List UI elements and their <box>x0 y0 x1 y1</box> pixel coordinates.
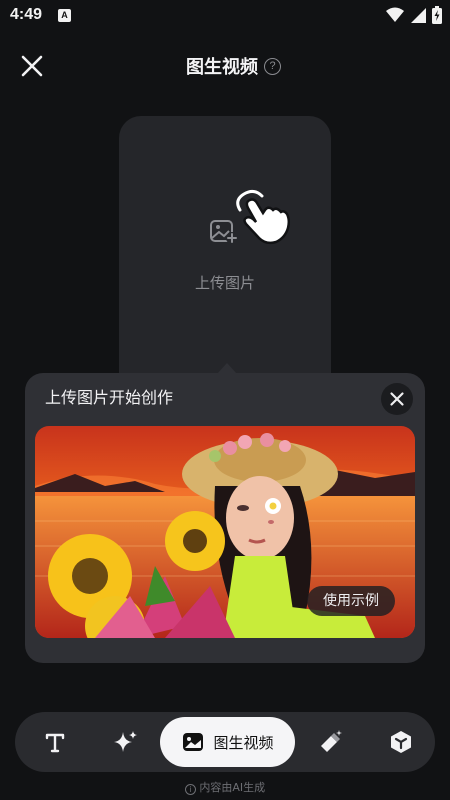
example-tag[interactable]: 使用示例 <box>307 586 395 616</box>
wifi-icon <box>386 7 404 22</box>
close-icon <box>390 392 404 406</box>
bottom-toolbar: 图生视频 <box>15 712 435 772</box>
image-icon <box>183 733 204 751</box>
header: 图生视频 ? <box>0 40 450 92</box>
page-title: 图生视频 <box>186 57 258 78</box>
ai-note-text: 内容由AI生成 <box>199 781 266 794</box>
tip-close-button[interactable] <box>381 383 413 415</box>
upload-label: 上传图片 <box>194 274 255 292</box>
status-time: 4:49 <box>10 6 43 23</box>
tool-active-label: 图生视频 <box>213 733 274 752</box>
tip-popover: 上传图片开始创作 使用示例 <box>25 373 425 663</box>
status-icons <box>386 6 442 24</box>
tip-title: 上传图片开始创作 <box>45 388 174 407</box>
text-icon <box>45 733 65 753</box>
sparkle-icon <box>114 731 137 752</box>
title-group: 图生视频 ? <box>186 53 281 79</box>
close-button[interactable] <box>16 50 48 82</box>
status-bar: 4:49 A <box>0 0 450 32</box>
tap-hand-icon <box>236 189 291 245</box>
tool-cube[interactable] <box>385 712 417 772</box>
tool-eraser[interactable] <box>315 712 347 772</box>
cube-icon <box>391 731 411 753</box>
eraser-icon <box>321 730 342 752</box>
battery-icon <box>432 6 442 24</box>
tool-sparkle[interactable] <box>109 712 141 772</box>
close-icon <box>21 55 43 77</box>
tool-image-to-video[interactable]: 图生视频 <box>160 717 295 767</box>
info-icon: i <box>184 784 196 795</box>
ai-generated-note: i 内容由AI生成 <box>0 779 450 795</box>
signal-icon <box>411 8 426 23</box>
tool-text[interactable] <box>39 712 71 772</box>
help-icon[interactable]: ? <box>264 57 281 75</box>
app-notification-icon: A <box>58 9 71 22</box>
example-image: 使用示例 <box>35 426 415 638</box>
